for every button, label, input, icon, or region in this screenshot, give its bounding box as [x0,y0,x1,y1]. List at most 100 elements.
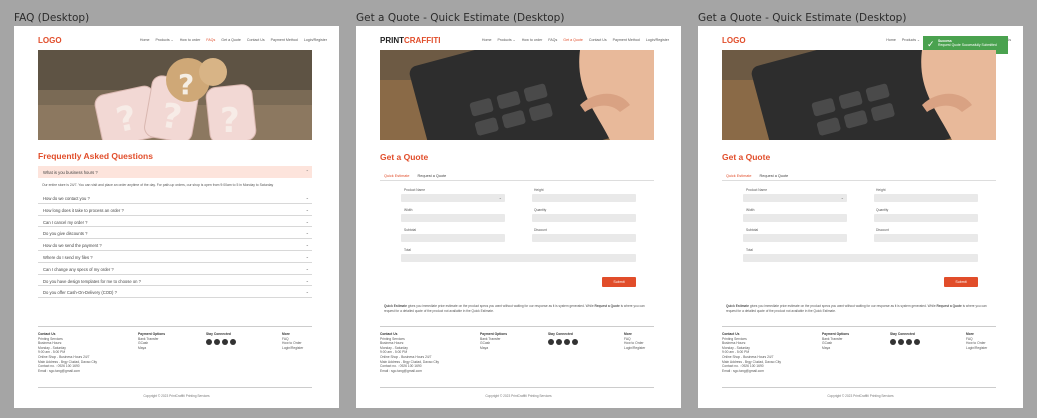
nav-how-to-order[interactable]: How to order [522,38,543,42]
nav-contact-us[interactable]: Contact Us [589,38,607,42]
viber-icon[interactable] [572,338,578,345]
faq-item[interactable]: How do we contact you ? ⌄ [38,192,312,204]
calculator-hero-image [380,50,654,140]
quote-heading: Get a Quote [722,152,771,162]
faq-list: How do we contact you ? ⌄ How long does i… [38,192,312,299]
viber-icon[interactable] [230,338,236,345]
width-label: Width [404,208,413,212]
facebook-icon[interactable] [206,338,212,345]
faq-item[interactable]: Do you give discounts ? ⌄ [38,227,312,240]
faq-item[interactable]: How long does it take to process an orde… [38,204,312,216]
calculator-hero-image [722,50,996,140]
product-name-label: Product Name [404,188,426,192]
footer-divider [38,326,312,327]
footer-line: Online Shop - Business Hours 24/7 [38,354,90,359]
svg-text:?: ? [220,101,240,140]
product-name-select[interactable]: ⌄ [743,194,847,202]
faq-question: Do you have design templates for me to c… [43,278,141,284]
nav-login-register[interactable]: Login/Register [646,38,669,42]
nav-products[interactable]: Products ⌄ [902,38,920,42]
faq-item[interactable]: Can I change any specs of my order ? ⌄ [38,263,312,275]
total-field [743,254,978,262]
nav-get-a-quote[interactable]: Get a Quote [563,38,583,42]
nav-products[interactable]: Products ⌄ [498,38,516,42]
footer-divider [380,326,654,327]
nav-faqs[interactable]: FAQs [548,38,557,42]
nav-contact-us[interactable]: Contact Us [247,38,265,42]
note-text: gives you immediate price estimate on th… [749,304,937,308]
faq-heading: Frequently Asked Questions [38,151,153,161]
faq-question: How long does it take to process an orde… [43,207,124,213]
height-input[interactable] [532,194,636,202]
quote-frame: PRINTCRAFFITI Home Products ⌄ How to ord… [356,26,681,408]
faq-answer: Our entire store is 24/7. You can visit … [42,183,274,187]
subtotal-label: Subtotal [746,228,759,232]
frame-title: FAQ (Desktop) [14,12,90,24]
facebook-icon[interactable] [548,338,554,345]
faq-item[interactable]: Where do I send my files ? ⌄ [38,251,312,263]
total-label: Total [404,248,411,252]
pinterest-icon[interactable] [222,338,228,345]
submit-button[interactable]: Submit [944,277,978,287]
height-input[interactable] [874,194,978,202]
chevron-down-icon: ⌄ [305,289,309,295]
messenger-icon[interactable] [556,338,562,345]
tab-request-quote[interactable]: Request a Quote [418,174,447,178]
faq-question: How do we contact you ? [43,196,90,201]
footer-connected: Stay Connected [548,332,578,345]
footer-contact: Contact Us Printing Services Business Ho… [380,332,439,373]
nav-get-a-quote[interactable]: Get a Quote [221,38,241,42]
quantity-input[interactable] [874,214,978,222]
tab-request-quote[interactable]: Request a Quote [760,174,789,178]
faq-item[interactable]: How do we send the payment ? ⌄ [38,239,312,251]
chevron-down-icon: ⌄ [305,206,309,212]
tab-quick-estimate[interactable]: Quick Estimate [384,174,410,178]
nav-payment-method[interactable]: Payment Method [613,38,640,42]
chevron-down-icon: ⌄ [305,265,309,271]
messenger-icon[interactable] [898,338,904,345]
messenger-icon[interactable] [214,338,220,345]
footer-connected: Stay Connected [890,332,920,345]
width-input[interactable] [743,214,847,222]
width-input[interactable] [401,214,505,222]
logo-part-print: PRINT [380,36,404,45]
frame-title: Get a Quote - Quick Estimate (Desktop) [356,12,565,24]
nav-home[interactable]: Home [140,38,150,42]
logo[interactable]: PRINTCRAFFITI [380,36,440,45]
footer-divider [722,326,996,327]
faq-item-open[interactable]: What is you business hours ? ⌃ [38,166,312,178]
quantity-input[interactable] [532,214,636,222]
viber-icon[interactable] [914,338,920,345]
product-name-label: Product Name [746,188,768,192]
nav-payment-method[interactable]: Payment Method [271,38,298,42]
nav-login-register[interactable]: Login/Register [304,38,327,42]
copyright: Copyright © 2023 PrintCraffiti Printing … [485,394,552,398]
footer-line: Email : sgo.tang@gmail.com [38,368,81,373]
logo[interactable]: LOGO [38,36,62,45]
logo[interactable]: LOGO [722,36,746,45]
pinterest-icon[interactable] [906,338,912,345]
nav-products[interactable]: Products ⌄ [156,38,174,42]
nav-faqs[interactable]: FAQs [206,38,215,42]
footer-contact: Contact Us Printing Services Business Ho… [38,332,97,373]
footer-link-login[interactable]: Login/Register [282,346,303,351]
product-name-select[interactable]: ⌄ [401,194,505,202]
faq-item[interactable]: Do you offer Cash-On-Delivery (COD) ? ⌄ [38,286,312,299]
main-nav: Home Products ⌄ How to order FAQs Get a … [482,38,669,42]
logo-part-craffiti: CRAFFITI [404,36,441,45]
submit-button[interactable]: Submit [602,277,636,287]
footer-link-login[interactable]: Login/Register [966,346,987,351]
nav-home[interactable]: Home [886,38,896,42]
faq-item[interactable]: Do you have design templates for me to c… [38,275,312,287]
note-text: gives you immediate price estimate on th… [407,304,595,308]
facebook-icon[interactable] [890,338,896,345]
nav-home[interactable]: Home [482,38,492,42]
footer-link-login[interactable]: Login/Register [624,346,645,351]
faq-item[interactable]: Can I cancel my order ? ⌄ [38,216,312,228]
pinterest-icon[interactable] [564,338,570,345]
footer-title: Stay Connected [548,332,573,336]
tab-quick-estimate[interactable]: Quick Estimate [726,174,752,178]
footer-title: Payment Options [822,332,850,336]
note-bold: Request a Quote [936,304,962,308]
nav-how-to-order[interactable]: How to order [180,38,201,42]
